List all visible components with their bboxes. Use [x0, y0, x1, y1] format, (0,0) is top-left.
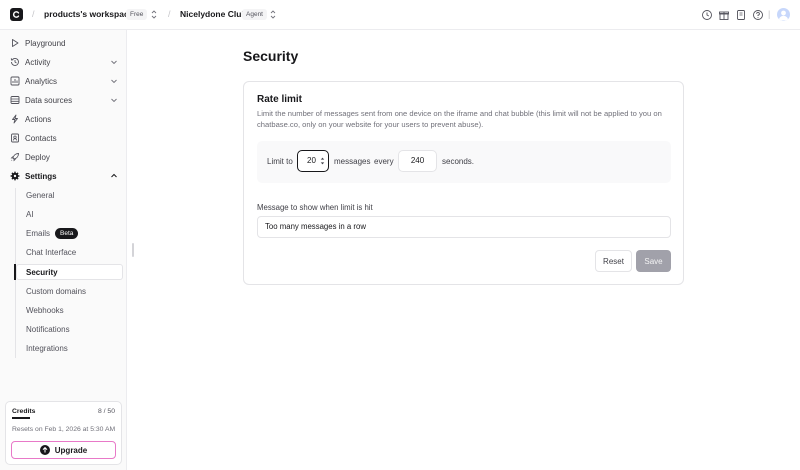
- sidebar-resize-handle[interactable]: [132, 243, 134, 257]
- agent-name[interactable]: Nicelydone Club: [180, 9, 247, 19]
- gift-icon[interactable]: [718, 9, 730, 21]
- rate-limit-description: Limit the number of messages sent from o…: [257, 109, 662, 129]
- settings-item-ai[interactable]: AI: [26, 208, 34, 220]
- chevron-down-icon: [111, 79, 117, 84]
- sidebar-item-label: Playground: [25, 38, 66, 48]
- sidebar-item-contacts[interactable]: Contacts: [10, 132, 118, 144]
- chevron-down-icon: [111, 60, 117, 65]
- sidebar-item-analytics[interactable]: Analytics: [10, 75, 118, 87]
- settings-item-chat-interface[interactable]: Chat Interface: [26, 246, 76, 258]
- messages-limit-value: 20: [307, 156, 316, 165]
- settings-item-custom-domains[interactable]: Custom domains: [26, 285, 86, 297]
- credits-tab-indicator: [12, 417, 30, 419]
- actions-icon: [12, 114, 18, 124]
- settings-item-integrations[interactable]: Integrations: [26, 342, 68, 354]
- sidebar-item-label: Deploy: [25, 152, 50, 162]
- agent-switch-icon[interactable]: [269, 9, 277, 20]
- page-title: Security: [243, 48, 299, 64]
- chart-icon: [10, 76, 20, 86]
- active-item-indicator: [14, 264, 16, 280]
- contacts-icon: [11, 133, 19, 143]
- chatbase-logo[interactable]: [10, 8, 23, 21]
- database-icon: [10, 96, 20, 104]
- seconds-input[interactable]: 240: [398, 150, 437, 172]
- limit-to-label: Limit to: [267, 157, 293, 166]
- sidebar-item-actions[interactable]: Actions: [10, 113, 118, 125]
- rate-limit-card: Rate limit Limit the number of messages …: [243, 81, 684, 285]
- settings-item-general[interactable]: General: [26, 189, 54, 201]
- reset-button[interactable]: Reset: [595, 250, 632, 272]
- sidebar-item-activity[interactable]: Activity: [10, 56, 118, 68]
- help-icon[interactable]: [752, 9, 764, 21]
- arrow-up-circle-icon: [39, 445, 50, 455]
- credits-card: Credits 8 / 50 Resets on Feb 1, 2026 at …: [5, 401, 122, 465]
- limit-message-label: Message to show when limit is hit: [257, 203, 373, 212]
- sidebar-item-settings[interactable]: Settings: [10, 170, 118, 182]
- play-icon: [12, 39, 19, 47]
- credits-count: 8 / 50: [97, 408, 115, 415]
- avatar-icon: [778, 10, 789, 21]
- breadcrumb-separator: /: [168, 9, 171, 19]
- gear-icon: [10, 171, 20, 181]
- credits-reset-text: Resets on Feb 1, 2026 at 5:30 AM: [12, 426, 116, 433]
- save-button[interactable]: Save: [636, 250, 671, 272]
- limit-settings-box: Limit to 20 messages every 240 seconds.: [257, 141, 671, 183]
- messages-limit-input[interactable]: 20: [297, 150, 329, 172]
- activity-icon: [10, 58, 19, 66]
- rocket-icon: [10, 153, 19, 162]
- sidebar-item-label: Analytics: [25, 76, 58, 86]
- settings-item-security[interactable]: Security: [26, 266, 58, 278]
- sidebar: Playground Activity Analytics Data sourc…: [0, 30, 127, 470]
- settings-item-notifications[interactable]: Notifications: [26, 323, 70, 335]
- workspace-name[interactable]: products's workspace: [44, 9, 133, 19]
- settings-item-emails[interactable]: Emails Beta: [26, 227, 79, 239]
- settings-item-label: Emails: [26, 228, 51, 238]
- sidebar-item-label: Activity: [25, 57, 51, 67]
- upgrade-button[interactable]: Upgrade: [11, 441, 116, 459]
- workspace-switch-icon[interactable]: [150, 9, 158, 20]
- settings-item-webhooks[interactable]: Webhooks: [26, 304, 64, 316]
- credits-title: Credits: [12, 408, 36, 415]
- rate-limit-title: Rate limit: [257, 94, 303, 105]
- sidebar-item-label: Actions: [25, 114, 52, 124]
- history-icon[interactable]: [701, 9, 713, 21]
- topbar-divider: |: [768, 9, 771, 19]
- chevron-down-icon: [111, 98, 117, 103]
- agent-badge: Agent: [242, 9, 267, 20]
- book-icon[interactable]: [735, 9, 747, 21]
- sidebar-item-data-sources[interactable]: Data sources: [10, 94, 118, 106]
- breadcrumb-separator: /: [32, 9, 35, 19]
- sidebar-item-label: Settings: [25, 171, 57, 181]
- sidebar-item-label: Contacts: [25, 133, 57, 143]
- logo-icon: [12, 11, 20, 18]
- limit-message-input[interactable]: Too many messages in a row: [257, 216, 671, 238]
- beta-badge: Beta: [55, 227, 79, 239]
- workspace-plan-badge: Free: [126, 9, 148, 20]
- every-label: every: [374, 157, 394, 166]
- chevron-up-icon: [111, 173, 117, 178]
- sidebar-item-playground[interactable]: Playground: [10, 37, 118, 49]
- user-avatar[interactable]: [777, 8, 790, 21]
- number-stepper-icon[interactable]: [320, 156, 325, 166]
- sidebar-item-deploy[interactable]: Deploy: [10, 151, 118, 163]
- messages-label: messages: [334, 157, 371, 166]
- seconds-label: seconds.: [442, 157, 475, 166]
- sidebar-item-label: Data sources: [25, 95, 73, 105]
- upgrade-label: Upgrade: [54, 445, 88, 455]
- top-bar: / products's workspace Free / Nicelydone…: [0, 0, 800, 30]
